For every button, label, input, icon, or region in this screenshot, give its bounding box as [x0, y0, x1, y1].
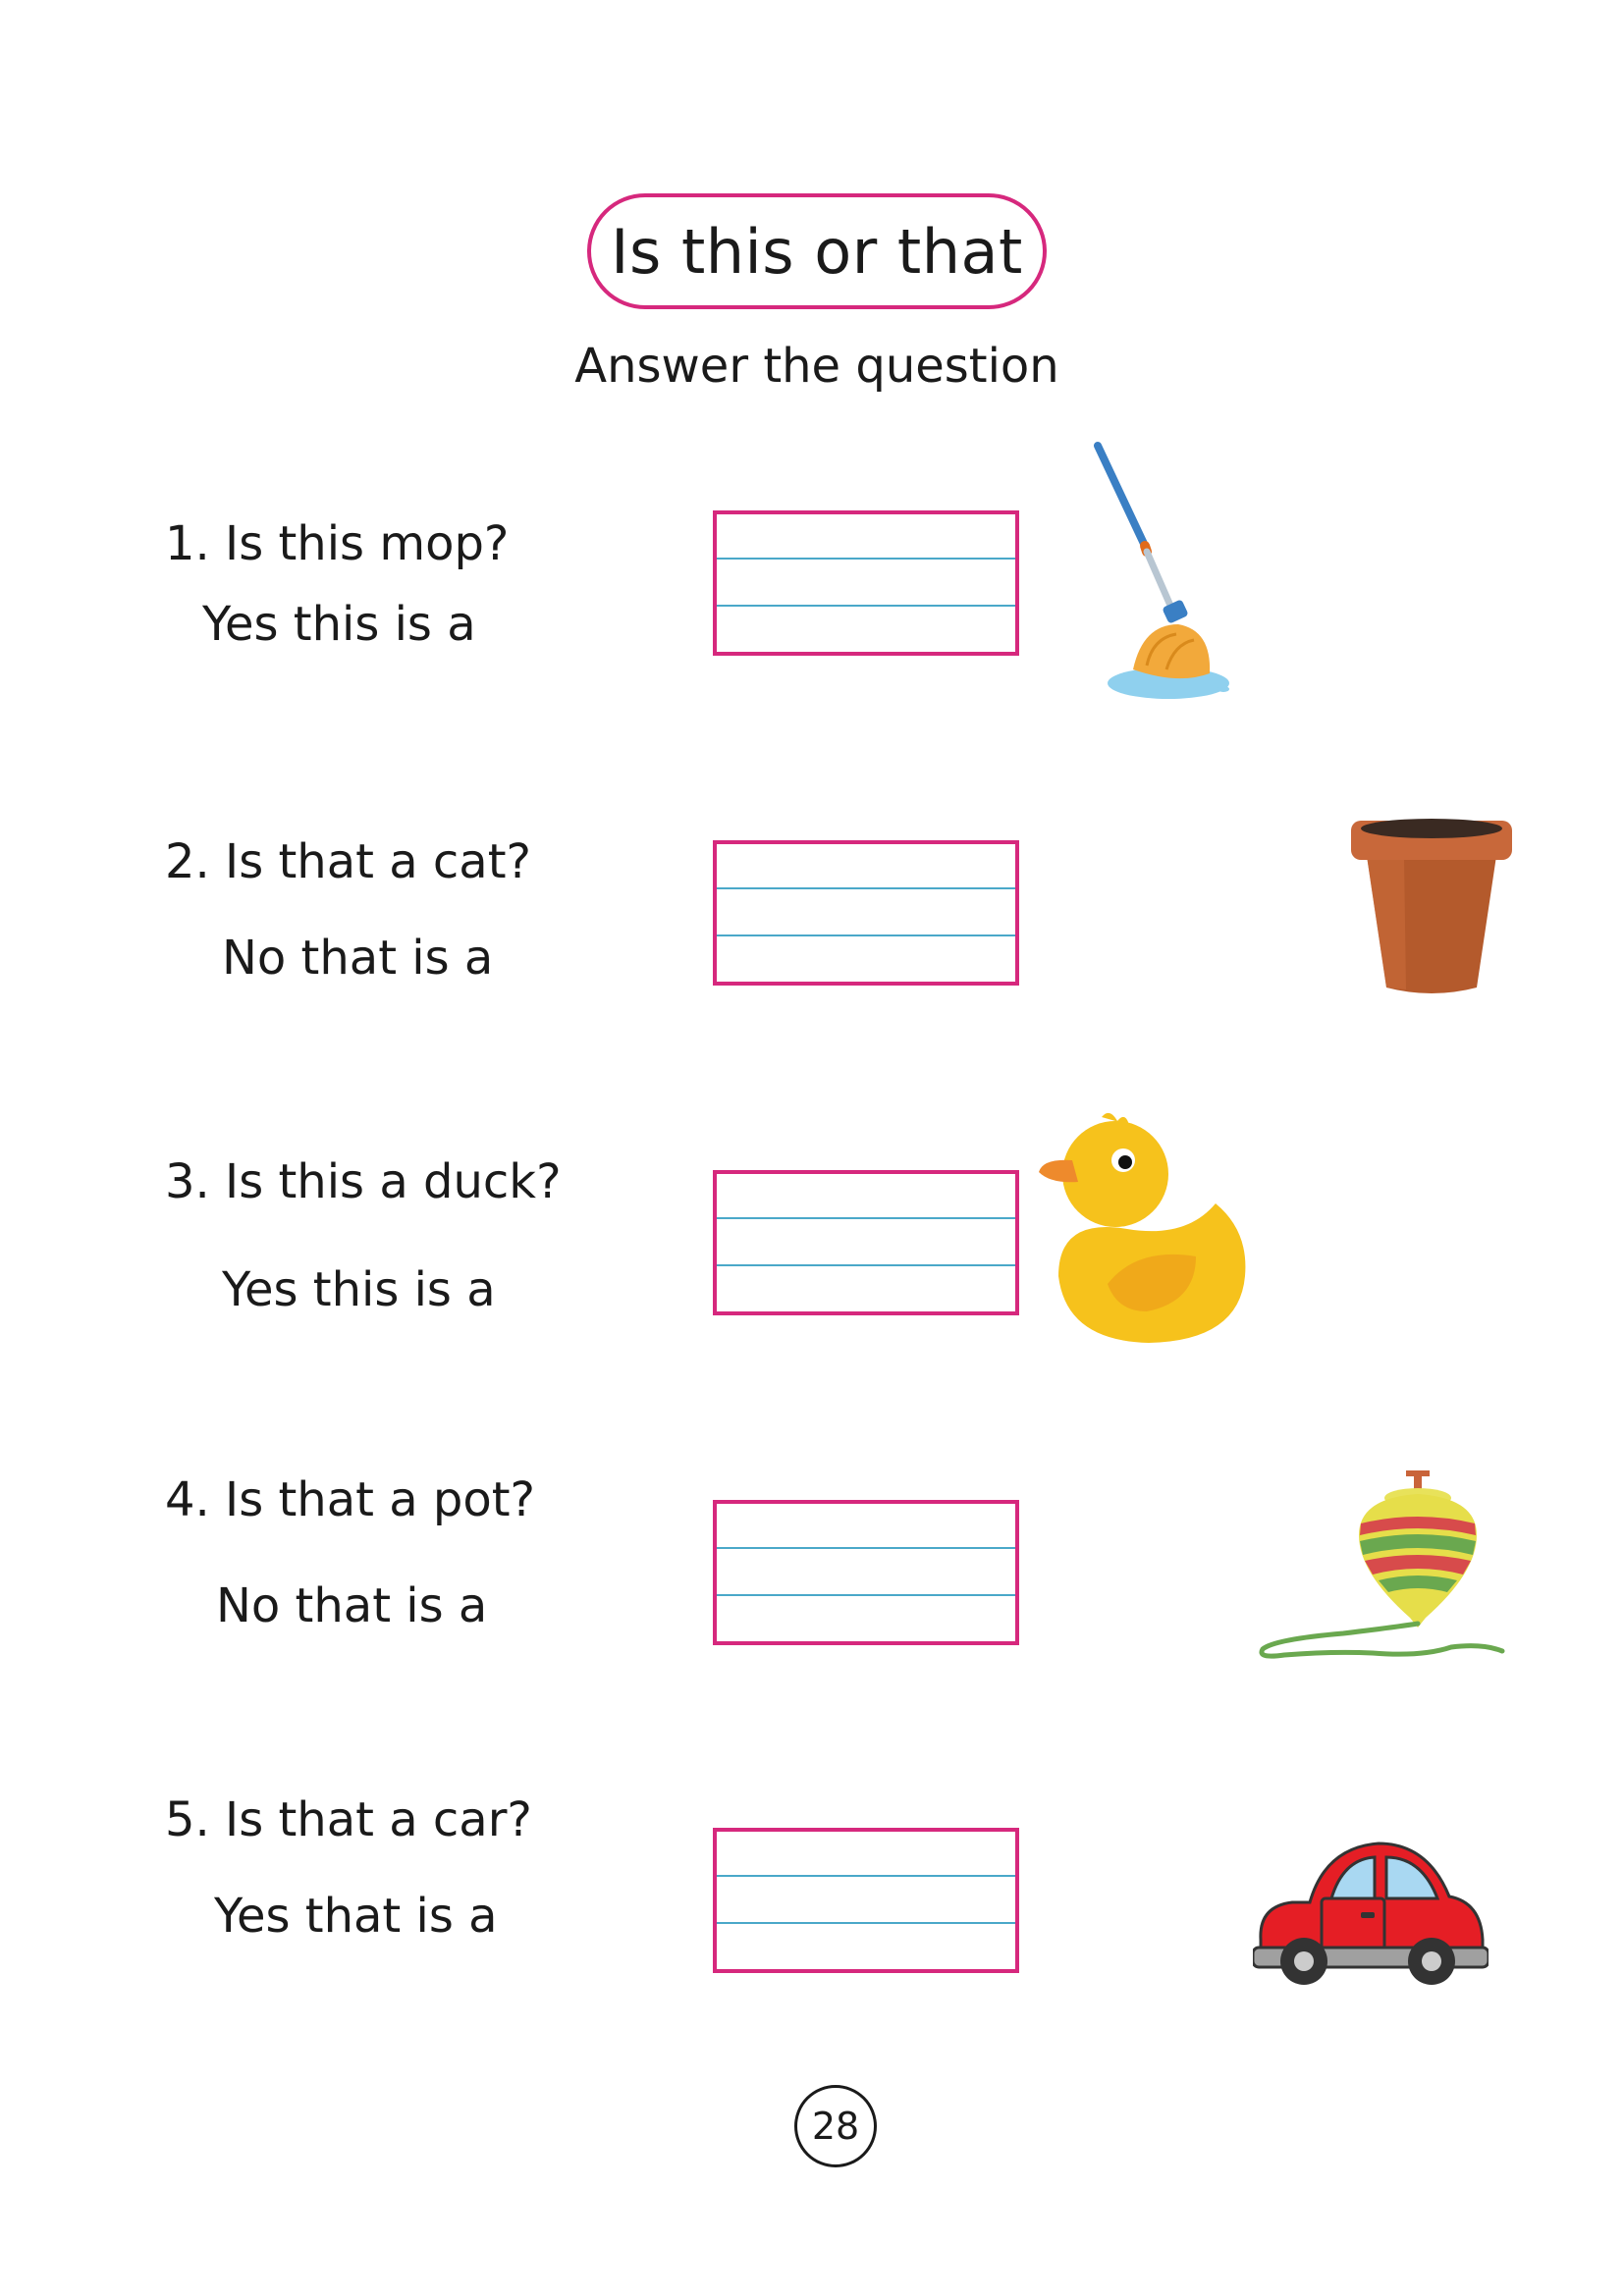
answer-prompt-4: No that is a	[216, 1578, 488, 1633]
question-4: 4. Is that a pot?	[165, 1472, 536, 1527]
answer-box-3[interactable]	[713, 1170, 1019, 1315]
question-2: 2. Is that a cat?	[165, 834, 531, 889]
answer-prompt-3: Yes this is a	[222, 1262, 496, 1317]
answer-box-2[interactable]	[713, 840, 1019, 986]
page-title: Is this or that	[587, 193, 1047, 309]
question-3: 3. Is this a duck?	[165, 1154, 562, 1209]
toy-car-icon	[1253, 1842, 1489, 1985]
rubber-duck-icon	[1039, 1112, 1246, 1343]
answer-prompt-1: Yes this is a	[202, 597, 476, 652]
answer-prompt-2: No that is a	[222, 931, 494, 986]
spinning-top-icon	[1259, 1470, 1505, 1659]
page-number: 28	[794, 2085, 877, 2167]
answer-box-5[interactable]	[713, 1828, 1019, 1973]
answer-box-1[interactable]	[713, 510, 1019, 656]
answer-prompt-5: Yes that is a	[214, 1889, 498, 1944]
instructions: Answer the question	[574, 339, 1059, 394]
flower-pot-icon	[1351, 819, 1512, 993]
answer-box-4[interactable]	[713, 1500, 1019, 1645]
question-5: 5. Is that a car?	[165, 1792, 532, 1847]
mop-icon	[1094, 442, 1229, 699]
question-1: 1. Is this mop?	[165, 516, 510, 571]
